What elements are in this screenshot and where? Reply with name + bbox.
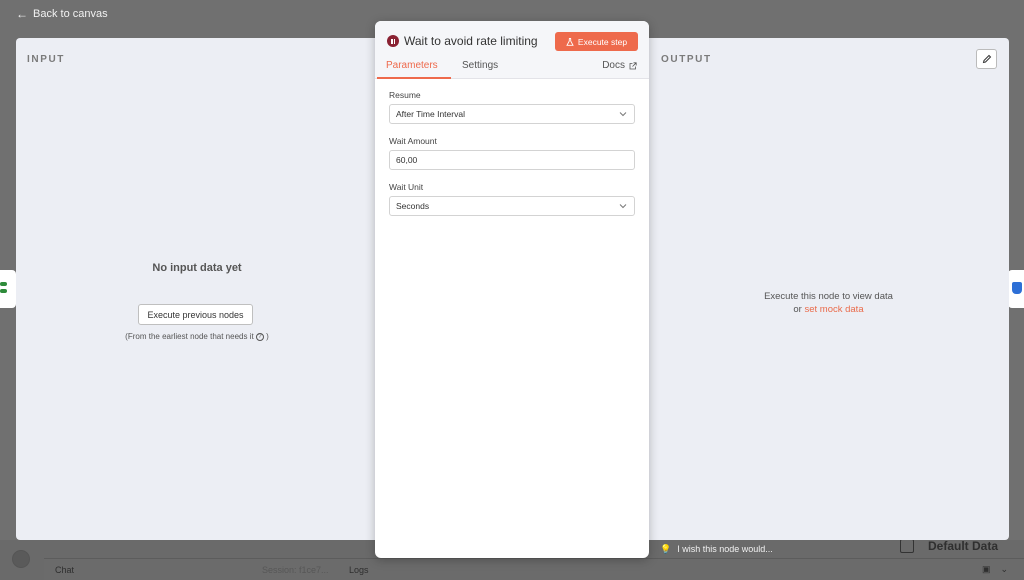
default-data-label: Default Data xyxy=(928,539,999,553)
external-link-icon xyxy=(629,61,637,69)
wait-unit-select[interactable]: Seconds xyxy=(389,196,635,216)
avatar[interactable] xyxy=(12,550,30,568)
wait-amount-input[interactable]: 60,00 xyxy=(389,150,635,170)
left-node-icon xyxy=(0,270,16,308)
earliest-node-hint-end: ) xyxy=(266,332,269,341)
node-tabs: Parameters Settings Docs xyxy=(375,60,649,79)
question-icon[interactable]: ? xyxy=(255,333,264,341)
feedback-prompt-text: I wish this node would... xyxy=(677,544,773,554)
session-id: Session: f1ce7... xyxy=(262,565,329,575)
pause-icon xyxy=(387,35,399,47)
chevron-down-icon xyxy=(619,112,627,117)
wait-amount-value: 60,00 xyxy=(396,155,418,165)
active-tab-indicator xyxy=(377,77,451,79)
chevron-down-icon xyxy=(619,204,627,209)
output-panel: OUTPUT Execute this node to view data or… xyxy=(648,38,1009,540)
resume-select[interactable]: After Time Interval xyxy=(389,104,635,124)
set-mock-data-link[interactable]: set mock data xyxy=(804,304,863,315)
right-node-icon xyxy=(1008,270,1024,308)
node-header: Wait to avoid rate limiting Execute step… xyxy=(375,21,649,79)
output-or: or xyxy=(793,304,802,315)
tab-settings[interactable]: Settings xyxy=(462,60,498,71)
copy-icon[interactable]: ▣ xyxy=(982,564,991,575)
execute-previous-nodes-button[interactable]: Execute previous nodes xyxy=(138,304,253,325)
no-input-message: No input data yet xyxy=(152,262,242,274)
arrow-left-icon: ← xyxy=(16,7,28,21)
output-empty-message: Execute this node to view data or set mo… xyxy=(648,290,1009,316)
feedback-prompt[interactable]: 💡 I wish this node would... xyxy=(660,544,773,555)
edit-output-button[interactable] xyxy=(976,49,997,69)
input-panel-title: INPUT xyxy=(27,54,65,65)
node-title[interactable]: Wait to avoid rate limiting xyxy=(404,34,538,48)
back-to-canvas-label: Back to canvas xyxy=(33,8,108,20)
bottom-bar-actions: ▣ ⌄ xyxy=(982,564,1008,575)
wait-amount-label: Wait Amount xyxy=(389,136,437,146)
earliest-node-hint-text: (From the earliest node that needs it xyxy=(125,332,254,341)
chat-tab[interactable]: Chat xyxy=(55,565,74,575)
logs-tab[interactable]: Logs xyxy=(349,565,369,575)
output-message-line1: Execute this node to view data xyxy=(764,291,893,302)
execute-step-label: Execute step xyxy=(577,36,628,47)
docs-label: Docs xyxy=(602,60,625,71)
bottom-bar: Chat Session: f1ce7... Logs ▣ ⌄ xyxy=(44,558,1024,580)
table-icon xyxy=(900,539,914,553)
input-panel: INPUT No input data yet Execute previous… xyxy=(16,38,378,540)
resume-value: After Time Interval xyxy=(396,109,465,119)
tab-parameters[interactable]: Parameters xyxy=(386,60,438,71)
flask-icon xyxy=(566,37,574,46)
resume-label: Resume xyxy=(389,90,421,100)
collapse-icon[interactable]: ⌄ xyxy=(1000,564,1008,575)
lightbulb-icon: 💡 xyxy=(660,544,672,554)
earliest-node-hint: (From the earliest node that needs it ? … xyxy=(16,332,378,341)
execute-step-button[interactable]: Execute step xyxy=(555,32,638,51)
wait-unit-label: Wait Unit xyxy=(389,182,424,192)
wait-unit-value: Seconds xyxy=(396,201,430,211)
tab-docs[interactable]: Docs xyxy=(602,60,637,71)
back-to-canvas-link[interactable]: ← Back to canvas xyxy=(16,7,108,21)
node-settings-modal: Wait to avoid rate limiting Execute step… xyxy=(375,21,649,558)
output-message-line2: or set mock data xyxy=(648,303,1009,316)
pencil-icon xyxy=(982,54,991,64)
output-panel-title: OUTPUT xyxy=(661,54,712,65)
